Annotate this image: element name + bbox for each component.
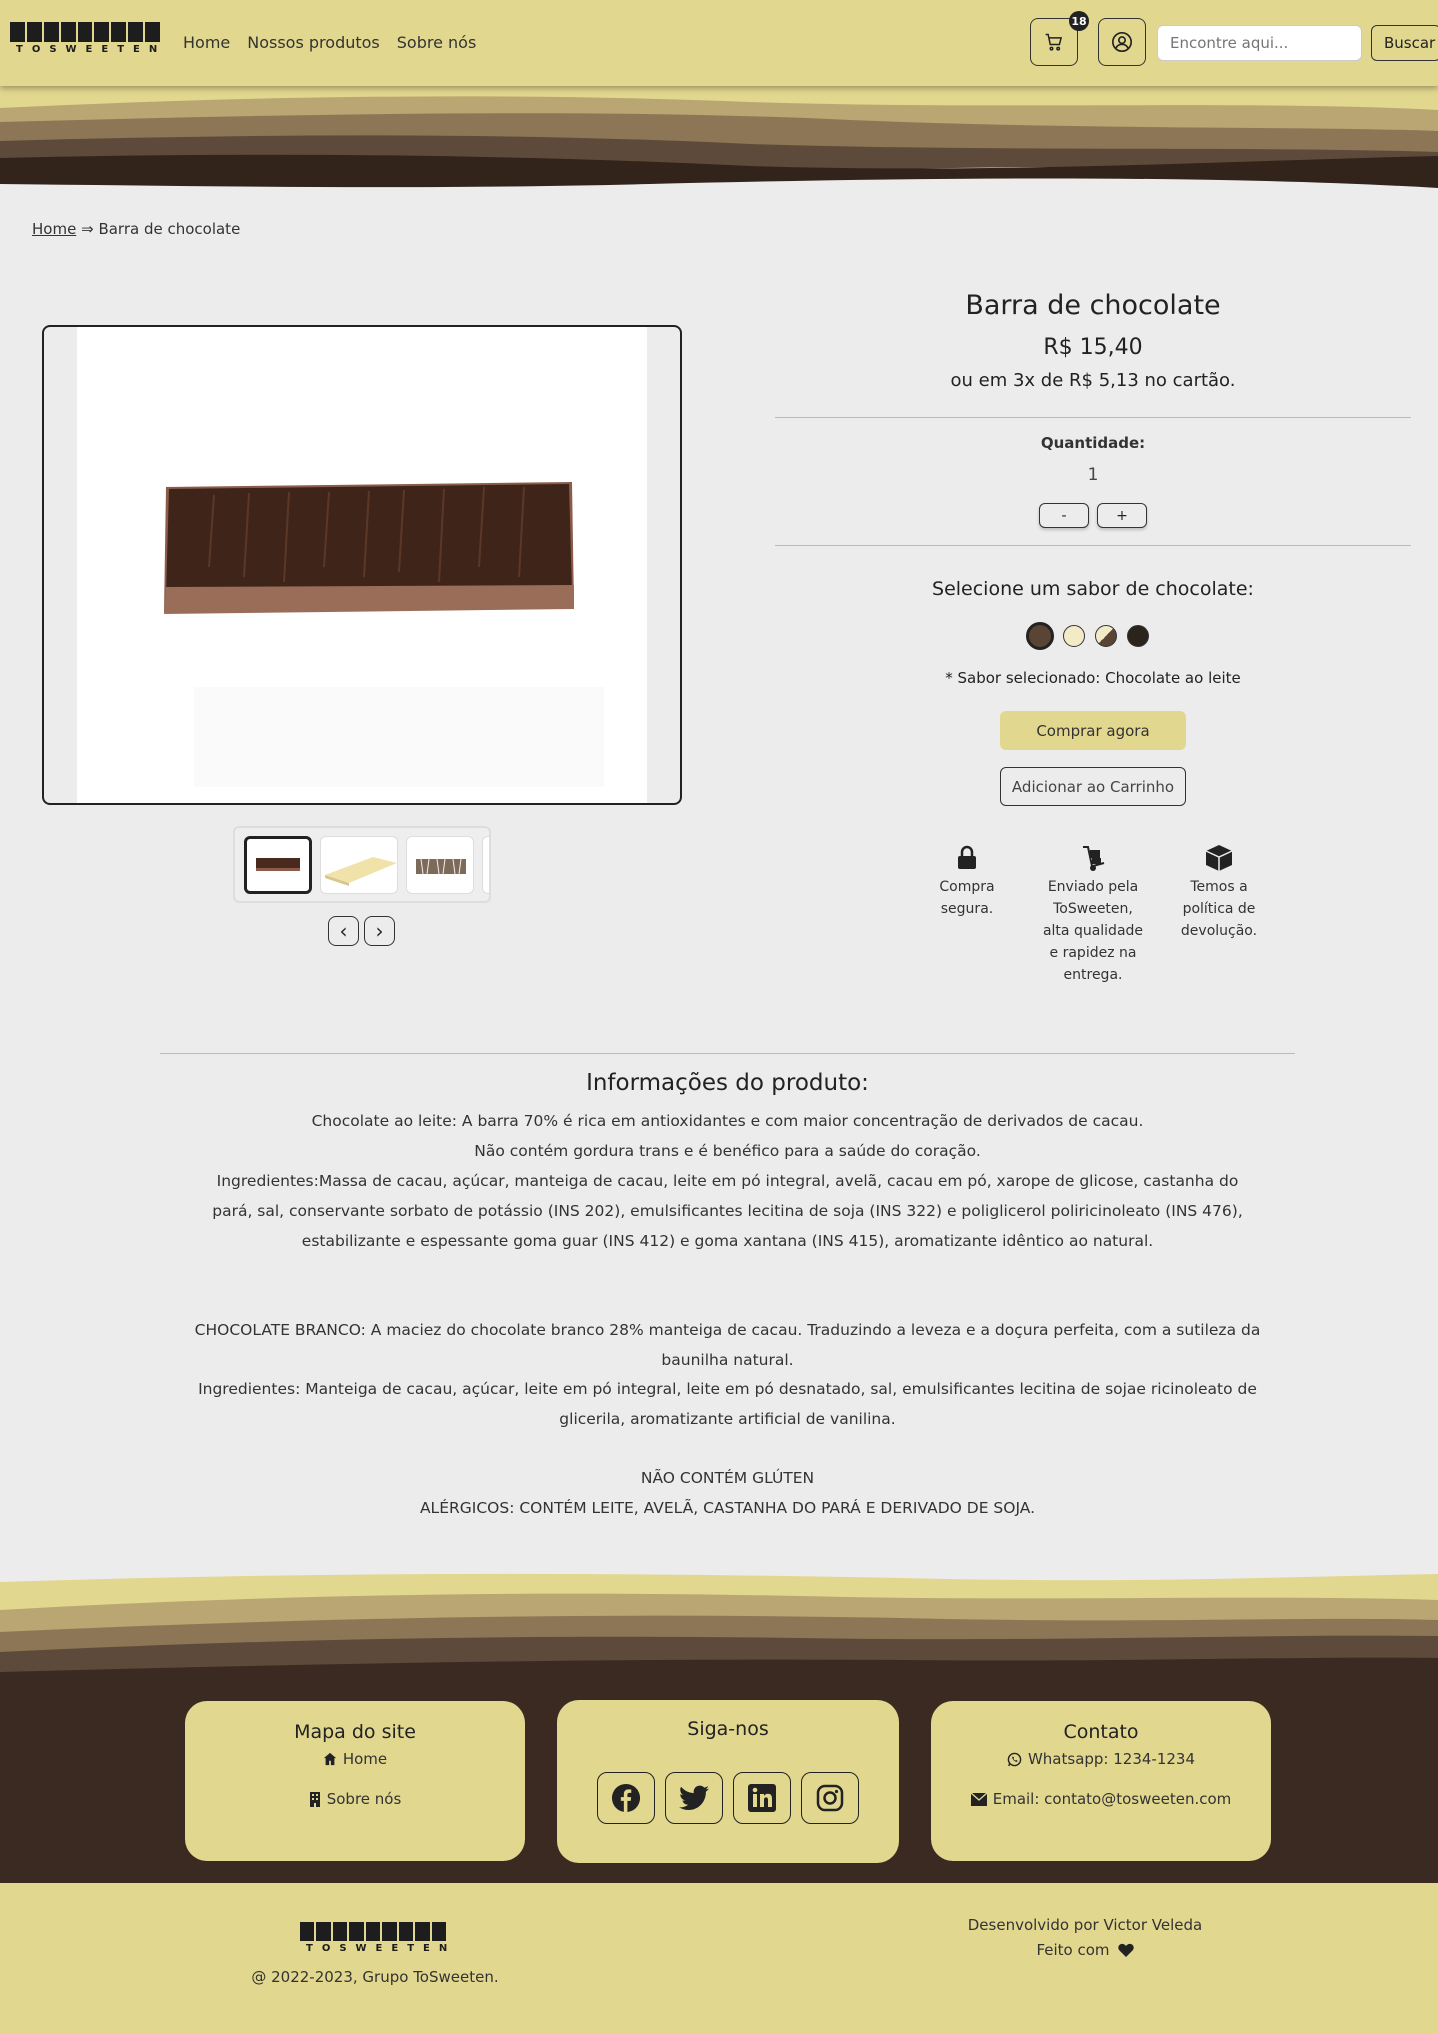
gallery-prev-button[interactable]: ‹ <box>328 916 359 946</box>
contact-card: Contato Whatsapp: 1234-1234 Email: conta… <box>931 1701 1271 1861</box>
breadcrumb-separator: ⇒ <box>81 220 94 238</box>
product-main-image[interactable] <box>42 325 682 805</box>
building-icon <box>309 1792 320 1807</box>
social-title: Siga-nos <box>687 1718 769 1740</box>
user-icon <box>1112 32 1132 52</box>
footer-logo-text: TOSWEETEN <box>306 1943 457 1954</box>
flavor-heading: Selecione um sabor de chocolate: <box>932 578 1254 600</box>
gallery-next-button[interactable]: › <box>364 916 395 946</box>
product-info-title: Informações do produto: <box>586 1070 869 1096</box>
facebook-icon <box>611 1783 641 1813</box>
product-price: R$ 15,40 <box>1043 335 1143 360</box>
logo-text: TOSWEETEN <box>16 44 167 55</box>
cart-button[interactable]: 18 <box>1030 11 1089 66</box>
brand-logo[interactable]: TOSWEETEN <box>10 22 167 58</box>
nav-home[interactable]: Home <box>183 33 230 52</box>
divider <box>775 417 1411 418</box>
main-nav: Home Nossos produtos Sobre nós <box>183 33 476 52</box>
top-navbar: TOSWEETEN Home Nossos produtos Sobre nós… <box>0 0 1438 86</box>
thumbnail-white-chocolate[interactable] <box>320 836 398 894</box>
feature-shipping: Enviado pela ToSweeten, alta qualidade e… <box>1038 843 1148 986</box>
flavor-swatch-milk[interactable] <box>1026 622 1054 650</box>
quantity-value: 1 <box>1087 465 1099 485</box>
flavor-swatch-dark[interactable] <box>1127 625 1149 647</box>
heart-icon <box>1117 1943 1134 1957</box>
feature-secure-purchase: Compra segura. <box>912 843 1022 920</box>
chocolate-bar-image <box>164 482 604 787</box>
breadcrumb-home[interactable]: Home <box>32 220 76 238</box>
chevron-left-icon: ‹ <box>339 919 348 943</box>
cart-icon <box>1045 33 1063 51</box>
thumbnail-milk-chocolate[interactable] <box>244 836 312 894</box>
email-contact[interactable]: Email: contato@tosweeten.com <box>931 1789 1271 1809</box>
thumbnail-mixed-chocolate-image <box>416 858 466 875</box>
social-card: Siga-nos <box>557 1700 899 1863</box>
installments-text: ou em 3x de R$ 5,13 no cartão. <box>950 370 1236 391</box>
add-to-cart-button[interactable]: Adicionar ao Carrinho <box>1000 767 1186 806</box>
white-chocolate-ingredients: Ingredientes: Manteiga de cacau, açúcar,… <box>198 1380 1257 1428</box>
whatsapp-contact[interactable]: Whatsapp: 1234-1234 <box>931 1749 1271 1769</box>
twitter-icon <box>679 1785 709 1810</box>
flavor-swatch-white[interactable] <box>1063 625 1085 647</box>
decorative-wave-top <box>0 86 1438 188</box>
gluten-free-notice: NÃO CONTÉM GLÚTEN <box>640 1469 815 1487</box>
linkedin-icon <box>748 1784 776 1812</box>
chevron-right-icon: › <box>375 919 384 943</box>
lock-icon <box>958 845 976 869</box>
hand-truck-icon <box>1083 846 1105 871</box>
section-divider <box>160 1053 1295 1054</box>
decorative-wave-bottom <box>0 1573 1438 1682</box>
flavor-swatch-mixed[interactable] <box>1095 625 1117 647</box>
sitemap-title: Mapa do site <box>294 1721 416 1743</box>
account-button[interactable] <box>1098 18 1146 66</box>
whatsapp-icon <box>1007 1752 1022 1766</box>
white-chocolate-description: CHOCOLATE BRANCO: A maciez do chocolate … <box>194 1321 1261 1369</box>
selected-flavor-text: * Sabor selecionado: Chocolate ao leite <box>945 669 1241 687</box>
feature-text: Enviado pela ToSweeten, alta qualidade e… <box>1042 879 1144 983</box>
quantity-decrease-button[interactable]: - <box>1039 503 1089 528</box>
footer-brand-logo[interactable]: TOSWEETEN <box>300 1922 457 1956</box>
home-icon <box>323 1752 336 1766</box>
buy-now-button[interactable]: Comprar agora <box>1000 711 1186 750</box>
cart-count-badge: 18 <box>1069 11 1089 31</box>
sitemap-home-link[interactable]: Home <box>185 1749 525 1769</box>
nav-products[interactable]: Nossos produtos <box>247 33 380 52</box>
search-button[interactable]: Buscar <box>1371 25 1438 61</box>
facebook-link[interactable] <box>597 1772 655 1824</box>
product-title: Barra de chocolate <box>965 290 1221 321</box>
box-icon <box>1205 845 1233 871</box>
twitter-link[interactable] <box>665 1772 723 1824</box>
copyright-text: @ 2022-2023, Grupo ToSweeten. <box>251 1968 499 1986</box>
instagram-link[interactable] <box>801 1772 859 1824</box>
breadcrumb-current: Barra de chocolate <box>98 220 241 238</box>
allergens-notice: ALÉRGICOS: CONTÉM LEITE, AVELÃ, CASTANHA… <box>419 1499 1036 1517</box>
developer-credit: Desenvolvido por Victor Veleda <box>967 1916 1203 1934</box>
feature-text: Compra segura. <box>939 879 995 917</box>
search-input[interactable] <box>1157 25 1362 61</box>
thumbnail-chocolate-image <box>256 858 300 871</box>
linkedin-link[interactable] <box>733 1772 791 1824</box>
feature-returns: Temos a política de devolução. <box>1164 843 1274 942</box>
thumbnail-white-chocolate-image <box>325 857 397 886</box>
sitemap-card: Mapa do site Home Sobre nós <box>185 1701 525 1861</box>
contact-title: Contato <box>1063 1721 1139 1743</box>
quantity-increase-button[interactable]: + <box>1097 503 1147 528</box>
milk-chocolate-health: Não contém gordura trans e é benéfico pa… <box>474 1142 981 1160</box>
breadcrumb: Home ⇒ Barra de chocolate <box>32 220 240 238</box>
thumbnail-partial[interactable] <box>482 836 489 894</box>
divider <box>775 545 1411 546</box>
quantity-label: Quantidade: <box>1040 434 1146 452</box>
milk-chocolate-description: Chocolate ao leite: A barra 70% é rica e… <box>311 1112 1144 1130</box>
thumbnail-strip <box>233 826 491 903</box>
instagram-icon <box>816 1784 844 1812</box>
nav-about[interactable]: Sobre nós <box>397 33 477 52</box>
envelope-icon <box>970 1792 987 1806</box>
thumbnail-mixed-chocolate[interactable] <box>406 836 474 894</box>
sitemap-about-link[interactable]: Sobre nós <box>185 1789 525 1809</box>
feature-text: Temos a política de devolução. <box>1180 879 1258 939</box>
milk-chocolate-ingredients: Ingredientes:Massa de cacau, açúcar, man… <box>212 1172 1243 1250</box>
logo-barcode <box>10 22 161 42</box>
made-with-love: Feito com <box>900 1941 1270 1959</box>
